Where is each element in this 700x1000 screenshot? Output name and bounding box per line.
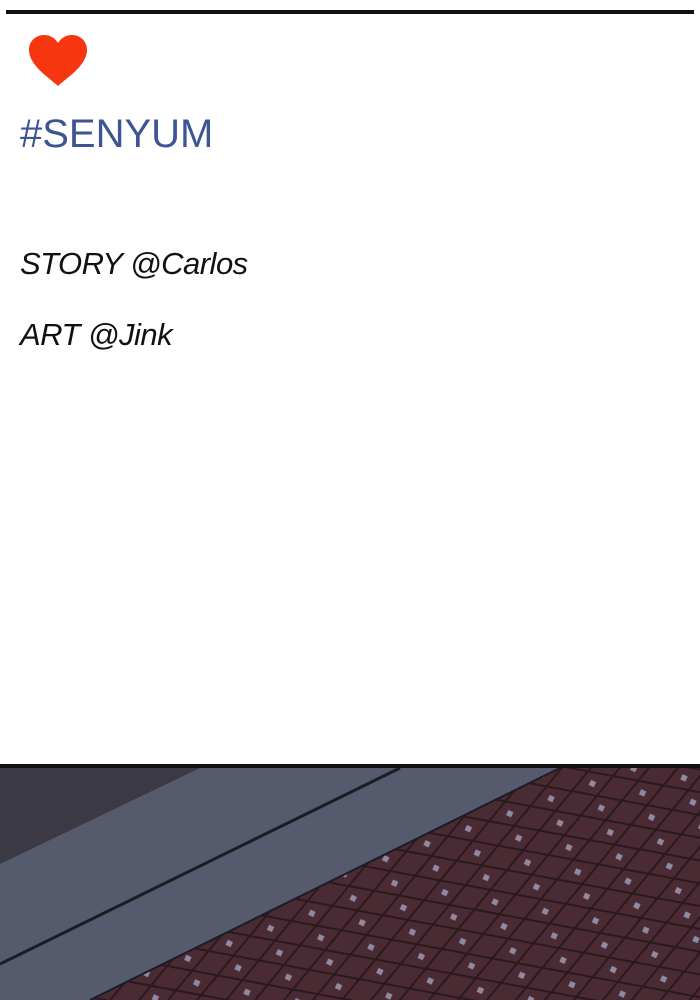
story-credit: STORY @Carlos xyxy=(20,246,248,281)
heart-icon[interactable] xyxy=(27,34,89,88)
art-credit: ART @Jink xyxy=(20,317,173,352)
comic-panel xyxy=(0,764,700,1000)
top-border xyxy=(6,10,694,14)
hashtag-title: #SENYUM xyxy=(20,112,214,156)
panel-top-border xyxy=(0,764,700,768)
